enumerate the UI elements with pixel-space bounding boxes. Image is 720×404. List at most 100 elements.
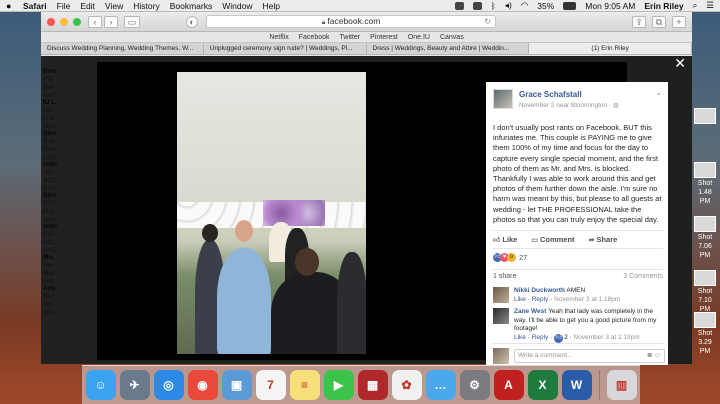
- my-avatar: [493, 348, 509, 364]
- menu-bookmarks[interactable]: Bookmarks: [170, 1, 213, 11]
- user-name[interactable]: Erin Riley: [644, 1, 683, 11]
- launchpad-icon[interactable]: ✈: [119, 370, 150, 400]
- screenshot-thumbnail: [694, 312, 716, 328]
- desktop-screenshot[interactable]: Shot 3.29 PM: [692, 312, 718, 356]
- menu-app-name[interactable]: Safari: [23, 1, 47, 11]
- commenter-avatar[interactable]: [493, 287, 509, 303]
- comment-date[interactable]: November 3 at 1:18pm: [554, 296, 620, 303]
- messages-icon[interactable]: …: [425, 370, 456, 400]
- notes-icon[interactable]: ≡: [289, 370, 320, 400]
- screen-mirroring-icon[interactable]: [472, 1, 482, 10]
- favorite-link[interactable]: One.IU: [408, 32, 430, 42]
- sidebar-toggle-icon[interactable]: ▭: [124, 15, 140, 28]
- reload-icon[interactable]: ↻: [484, 16, 491, 27]
- author-avatar[interactable]: [493, 89, 513, 109]
- preview-icon[interactable]: ▣: [221, 370, 252, 400]
- menu-window[interactable]: Window: [222, 1, 252, 11]
- post-options-chevron-icon[interactable]: ⌄: [655, 88, 662, 97]
- close-window-button[interactable]: [47, 17, 55, 26]
- comment-date[interactable]: November 3 at 1:19pm: [574, 334, 640, 341]
- browser-tab[interactable]: Unplugged ceremony sign rude? | Weddings…: [204, 43, 367, 54]
- comment-like-link[interactable]: Like: [514, 296, 526, 303]
- wifi-icon[interactable]: ◠: [521, 0, 528, 11]
- favorite-link[interactable]: Pinterest: [370, 32, 398, 42]
- trash-icon[interactable]: ▥: [606, 370, 637, 400]
- camera-icon[interactable]: ◙ ☺: [648, 350, 661, 362]
- share-icon[interactable]: ⇪: [632, 15, 646, 28]
- clock[interactable]: Mon 9:05 AM: [585, 1, 635, 11]
- url-text: facebook.com: [327, 16, 381, 26]
- desktop-screenshot[interactable]: Shot 1.48 PM: [692, 162, 718, 206]
- status-app-icon[interactable]: [454, 1, 464, 10]
- comment-reply-link[interactable]: Reply: [532, 296, 549, 303]
- comment-button[interactable]: ▭ Comment: [531, 235, 574, 244]
- excel-icon[interactable]: X: [527, 370, 558, 400]
- photo-booth-icon[interactable]: ▦: [357, 370, 388, 400]
- comment-like-link[interactable]: Like: [514, 334, 526, 341]
- like-button[interactable]: 👍︎ Like: [493, 235, 517, 244]
- comment-reply-link[interactable]: Reply: [532, 334, 549, 341]
- comment-like-badge: 👍︎ 2: [554, 333, 568, 343]
- desktop-screenshot[interactable]: Shot 7.06 PM: [692, 216, 718, 260]
- notification-center-icon[interactable]: ☰: [706, 0, 714, 11]
- share-count[interactable]: 1 share: [493, 273, 516, 280]
- finder-icon[interactable]: ☺: [85, 370, 116, 400]
- forward-button[interactable]: ›: [104, 15, 118, 28]
- browser-tab[interactable]: Discuss Wedding Planning, Wedding Themes…: [41, 43, 204, 54]
- new-tab-button[interactable]: +: [672, 15, 686, 28]
- menu-history[interactable]: History: [133, 1, 159, 11]
- post-panel: Grace Schafstall November 2 near Bloomin…: [486, 82, 668, 365]
- chrome-icon[interactable]: ◉: [187, 370, 218, 400]
- safari-icon[interactable]: ◎: [153, 370, 184, 400]
- word-icon[interactable]: W: [561, 370, 592, 400]
- address-bar[interactable]: 🔒︎ facebook.com ↻: [206, 15, 496, 28]
- spotlight-search-icon[interactable]: ⌕: [693, 0, 698, 11]
- wow-reaction-icon: o: [507, 253, 516, 262]
- reaction-count: 27: [519, 253, 528, 262]
- apple-menu-icon[interactable]: ●: [6, 1, 15, 11]
- commenter-name[interactable]: Zane West: [514, 308, 546, 315]
- toolbar: ‹ › ▭ ◐ 🔒︎ facebook.com ↻ ⇪ ⧉ +: [41, 12, 692, 32]
- dock-separator: [598, 370, 600, 400]
- desktop-file[interactable]: [692, 108, 718, 125]
- zoom-window-button[interactable]: [73, 17, 81, 26]
- post-stats: 1 share 3 Comments: [493, 269, 663, 280]
- reactions-summary[interactable]: 👍︎ ♥ o 27: [493, 248, 663, 262]
- comment-input[interactable]: Write a comment... ◙ ☺: [514, 349, 665, 363]
- menu-bar: ● Safari File Edit View History Bookmark…: [0, 0, 720, 12]
- menu-file[interactable]: File: [57, 1, 71, 11]
- close-photo-viewer-icon[interactable]: ✕: [674, 56, 686, 70]
- share-button[interactable]: ➦ Share: [589, 235, 618, 244]
- menu-edit[interactable]: Edit: [80, 1, 95, 11]
- commenter-name[interactable]: Nikki Duckworth: [514, 287, 565, 294]
- browser-tab[interactable]: Dress | Weddings, Beauty and Attire | We…: [367, 43, 530, 54]
- photos-icon[interactable]: ✿: [391, 370, 422, 400]
- post-author[interactable]: Grace Schafstall: [519, 90, 582, 99]
- minimize-window-button[interactable]: [60, 17, 68, 26]
- show-all-tabs-icon[interactable]: ⧉: [652, 15, 666, 28]
- bluetooth-icon[interactable]: ᛒ: [491, 1, 496, 11]
- desktop-screenshot[interactable]: Shot 7.10 PM: [692, 270, 718, 314]
- system-preferences-icon[interactable]: ⚙: [459, 370, 490, 400]
- commenter-avatar[interactable]: [493, 308, 509, 324]
- favorite-link[interactable]: Twitter: [340, 32, 361, 42]
- guest-head: [295, 248, 319, 276]
- comment-count[interactable]: 3 Comments: [623, 273, 663, 280]
- menu-view[interactable]: View: [105, 1, 123, 11]
- private-browsing-icon[interactable]: ◐: [186, 15, 198, 28]
- favorite-link[interactable]: Facebook: [299, 32, 330, 42]
- facetime-icon[interactable]: ▶: [323, 370, 354, 400]
- volume-icon[interactable]: ◂): [505, 0, 512, 11]
- favorite-link[interactable]: Netflix: [269, 32, 288, 42]
- battery-percent[interactable]: 35%: [537, 1, 554, 11]
- acrobat-icon[interactable]: A: [493, 370, 524, 400]
- battery-icon[interactable]: [563, 1, 577, 10]
- favorite-link[interactable]: Canvas: [440, 32, 464, 42]
- comment-item: Zane West Yeah that lady was completely …: [493, 308, 665, 343]
- back-button[interactable]: ‹: [88, 15, 102, 28]
- menu-help[interactable]: Help: [262, 1, 279, 11]
- post-meta: November 2 near Bloomington · ◍: [519, 102, 619, 109]
- wedding-photo[interactable]: [177, 72, 366, 354]
- browser-tab-active[interactable]: (1) Erin Riley: [529, 43, 692, 54]
- calendar-icon[interactable]: 7: [255, 370, 286, 400]
